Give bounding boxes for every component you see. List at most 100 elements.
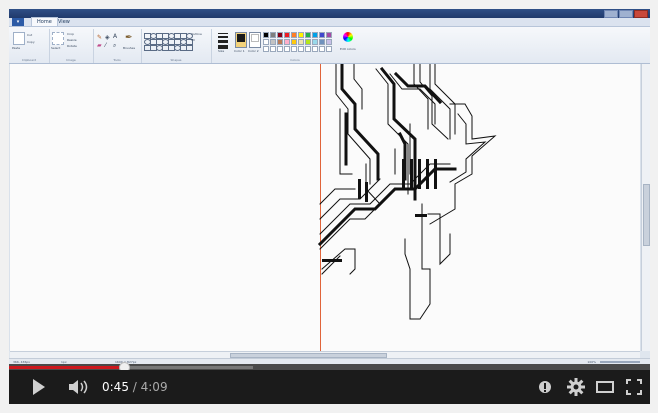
shapes-group: Outline Fill Shapes (141, 29, 212, 63)
circuit-block (365, 182, 368, 202)
play-icon (33, 379, 45, 395)
theater-mode-icon (596, 381, 614, 393)
player-controls: 0:45 / 4:09 (9, 370, 650, 404)
magnifier-icon: ⌕ (113, 42, 117, 49)
color1-button (235, 32, 247, 48)
fullscreen-button[interactable] (624, 377, 644, 397)
fill-bucket-icon: ◈ (105, 34, 110, 41)
circuit-block (418, 159, 421, 189)
outline-label: Outline (191, 32, 202, 36)
brushes-label: Brushes (123, 46, 136, 50)
paste-label: Paste (12, 46, 21, 50)
palette-swatch (319, 32, 325, 38)
play-button[interactable] (29, 377, 49, 397)
file-menu-button: ▾ (12, 18, 24, 26)
palette-swatch (284, 39, 290, 45)
cut-label: Cut (27, 33, 33, 37)
palette-swatch (312, 39, 318, 45)
custom-swatch (298, 46, 304, 52)
annotations-icon (539, 381, 551, 393)
paste-icon (13, 32, 25, 45)
vertical-scroll-thumb (643, 184, 650, 246)
volume-icon (69, 380, 88, 394)
annotations-button[interactable] (535, 377, 555, 397)
circuit-block (415, 214, 427, 217)
shapes-group-label: Shapes (170, 58, 182, 62)
text-tool-icon: A (113, 33, 118, 40)
drawing-canvas (10, 64, 640, 351)
played-bar (9, 366, 125, 369)
circuit-block (426, 159, 429, 189)
crop-label: Crop (67, 32, 75, 36)
custom-swatch (263, 46, 269, 52)
custom-swatch (284, 46, 290, 52)
circuit-line (404, 203, 431, 320)
palette-swatch (263, 39, 269, 45)
color2-label: Color 2 (248, 49, 259, 53)
eraser-icon: ▰ (97, 42, 102, 49)
palette-swatch (291, 39, 297, 45)
circuit-line (427, 213, 451, 266)
paint-title-bar (9, 9, 650, 25)
quick-access-toolbar (12, 10, 72, 25)
time-display: 0:45 / 4:09 (102, 380, 168, 394)
palette-swatch (305, 32, 311, 38)
circuit-block (358, 179, 361, 199)
colors-group-label: Colors (290, 58, 300, 62)
palette-swatch (277, 39, 283, 45)
settings-gear-icon (567, 378, 585, 396)
palette-swatch (277, 32, 283, 38)
circuit-line (413, 64, 429, 130)
canvas-area (9, 64, 650, 351)
palette-swatch (312, 32, 318, 38)
youtube-player-frame: ▾ Home View Paste Cut Copy Clipboard Sel… (0, 0, 658, 413)
custom-swatch (305, 46, 311, 52)
duration: 4:09 (140, 380, 168, 394)
color-picker-icon: ⁄ (105, 42, 107, 49)
custom-swatch (291, 46, 297, 52)
tools-group: ✎ ◈ A ▰ ⁄ ⌕ ✒ Brushes Tools (93, 29, 142, 63)
image-group: Select Crop Resize Rotate Image (49, 29, 94, 63)
brushes-icon: ✒ (125, 33, 133, 43)
zoom-slider (600, 361, 640, 363)
select-icon (52, 32, 64, 45)
color2-button (249, 32, 261, 48)
image-group-label: Image (66, 58, 76, 62)
rotate-label: Rotate (67, 44, 77, 48)
palette-swatch (319, 39, 325, 45)
palette-swatch (263, 32, 269, 38)
current-time: 0:45 (102, 380, 129, 394)
custom-swatch (326, 46, 332, 52)
palette-swatch (284, 32, 290, 38)
copy-label: Copy (27, 40, 35, 44)
theater-mode-button[interactable] (594, 377, 616, 397)
circuit-block (402, 159, 405, 189)
fill-label: Fill (191, 38, 196, 42)
palette-swatch (298, 39, 304, 45)
select-label: Select (51, 46, 61, 50)
circuit-line (321, 255, 341, 275)
circuit-line (419, 64, 449, 140)
video-viewport[interactable]: ▾ Home View Paste Cut Copy Clipboard Sel… (9, 9, 650, 368)
volume-button[interactable] (67, 377, 93, 397)
edit-colors-label: Edit colors (340, 47, 356, 51)
color2-swatch (251, 34, 259, 42)
palette-swatch (298, 32, 304, 38)
time-separator: / (128, 380, 141, 394)
settings-button[interactable] (565, 377, 587, 397)
tab-view: View (58, 19, 70, 25)
palette-swatch (270, 32, 276, 38)
color1-swatch (237, 34, 245, 42)
custom-swatch (277, 46, 283, 52)
palette-swatch (291, 32, 297, 38)
edit-colors-icon (343, 32, 353, 42)
circuit-block (434, 159, 437, 189)
minimize-icon (604, 10, 618, 18)
clipboard-group-label: Clipboard (21, 58, 37, 62)
shape-tool-icon (186, 45, 193, 51)
custom-swatch (319, 46, 325, 52)
custom-swatch (312, 46, 318, 52)
resize-label: Resize (67, 38, 77, 42)
vertical-scrollbar (641, 64, 650, 351)
size-label: Size (218, 49, 225, 53)
